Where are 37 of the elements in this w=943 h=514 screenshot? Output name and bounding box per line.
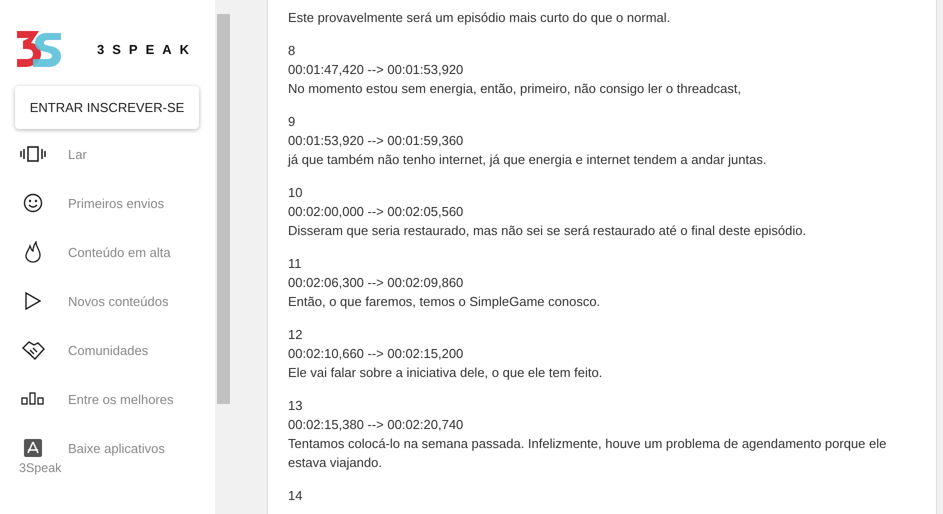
nav-item[interactable]: Entre os melhores [68,392,174,406]
subtitle-index: 11 [288,255,302,273]
subtitle-index: 10 [288,184,304,202]
subtitle-index: 14 [288,487,304,505]
login-button[interactable]: ENTRAR INSCREVER-SE [15,86,199,129]
scrollbar-thumb[interactable] [217,14,230,404]
nav-item[interactable]: Conteúdo em alta [68,244,171,260]
subtitle-index: 12 [288,326,304,344]
subtitle-time: 00:02:06,300 --> 00:02:09,860 [288,274,464,292]
play-icon [25,292,41,310]
podium-icon [21,392,45,406]
nav-item[interactable]: Baixe aplicativos [68,440,165,456]
subtitle-index: 13 [288,397,304,415]
nav-item[interactable]: Novos conteúdos [68,294,168,308]
subtitle-text: Então, o que faremos, temos o SimpleGame conosco. [288,293,602,311]
logo-text: 3SPEAK [97,42,198,56]
flame-icon [25,241,41,263]
nav-item-sublabel: 3Speak [19,461,62,475]
subtitle-text: Tentamos colocá-lo na semana passada. Infelizmente, houve um problema de agendamento porque ele estava viajando. [288,435,888,472]
subtitle-time: 00:02:10,660 --> 00:02:15,200 [288,345,464,363]
app-store-icon [24,439,42,457]
nav-item[interactable]: Lar [68,146,87,162]
nav-item[interactable]: Comunidades [68,342,148,358]
subtitle-index: 9 [288,113,296,131]
subtitle-time: 00:01:53,920 --> 00:01:59,360 [288,132,464,150]
subtitle-time: 00:02:15,380 --> 00:02:20,740 [288,416,464,434]
subtitle-index: 8 [288,42,296,60]
subtitle-text: já que também não tenho internet, já que energia e internet tendem a andar juntas. [288,151,768,169]
subtitle-text: Ele vai falar sobre a iniciativa dele, o que ele tem feito. [288,364,604,382]
subtitle-time: 00:02:00,000 --> 00:02:05,560 [288,203,464,221]
subtitle-time: 00:01:47,420 --> 00:01:53,920 [288,61,464,79]
subtitle-text: Este provavelmente será um episódio mais curto do que o normal. [288,9,672,27]
subtitle-text: Disseram que seria restaurado, mas não sei se será restaurado até o final deste episódio. [288,222,808,240]
vibrate-icon [19,145,47,163]
smiley-icon [23,193,43,213]
nav-item[interactable]: Primeiros envios [68,196,164,210]
subtitle-text: No momento estou sem energia, então, primeiro, não consigo ler o threadcast, [288,80,742,98]
